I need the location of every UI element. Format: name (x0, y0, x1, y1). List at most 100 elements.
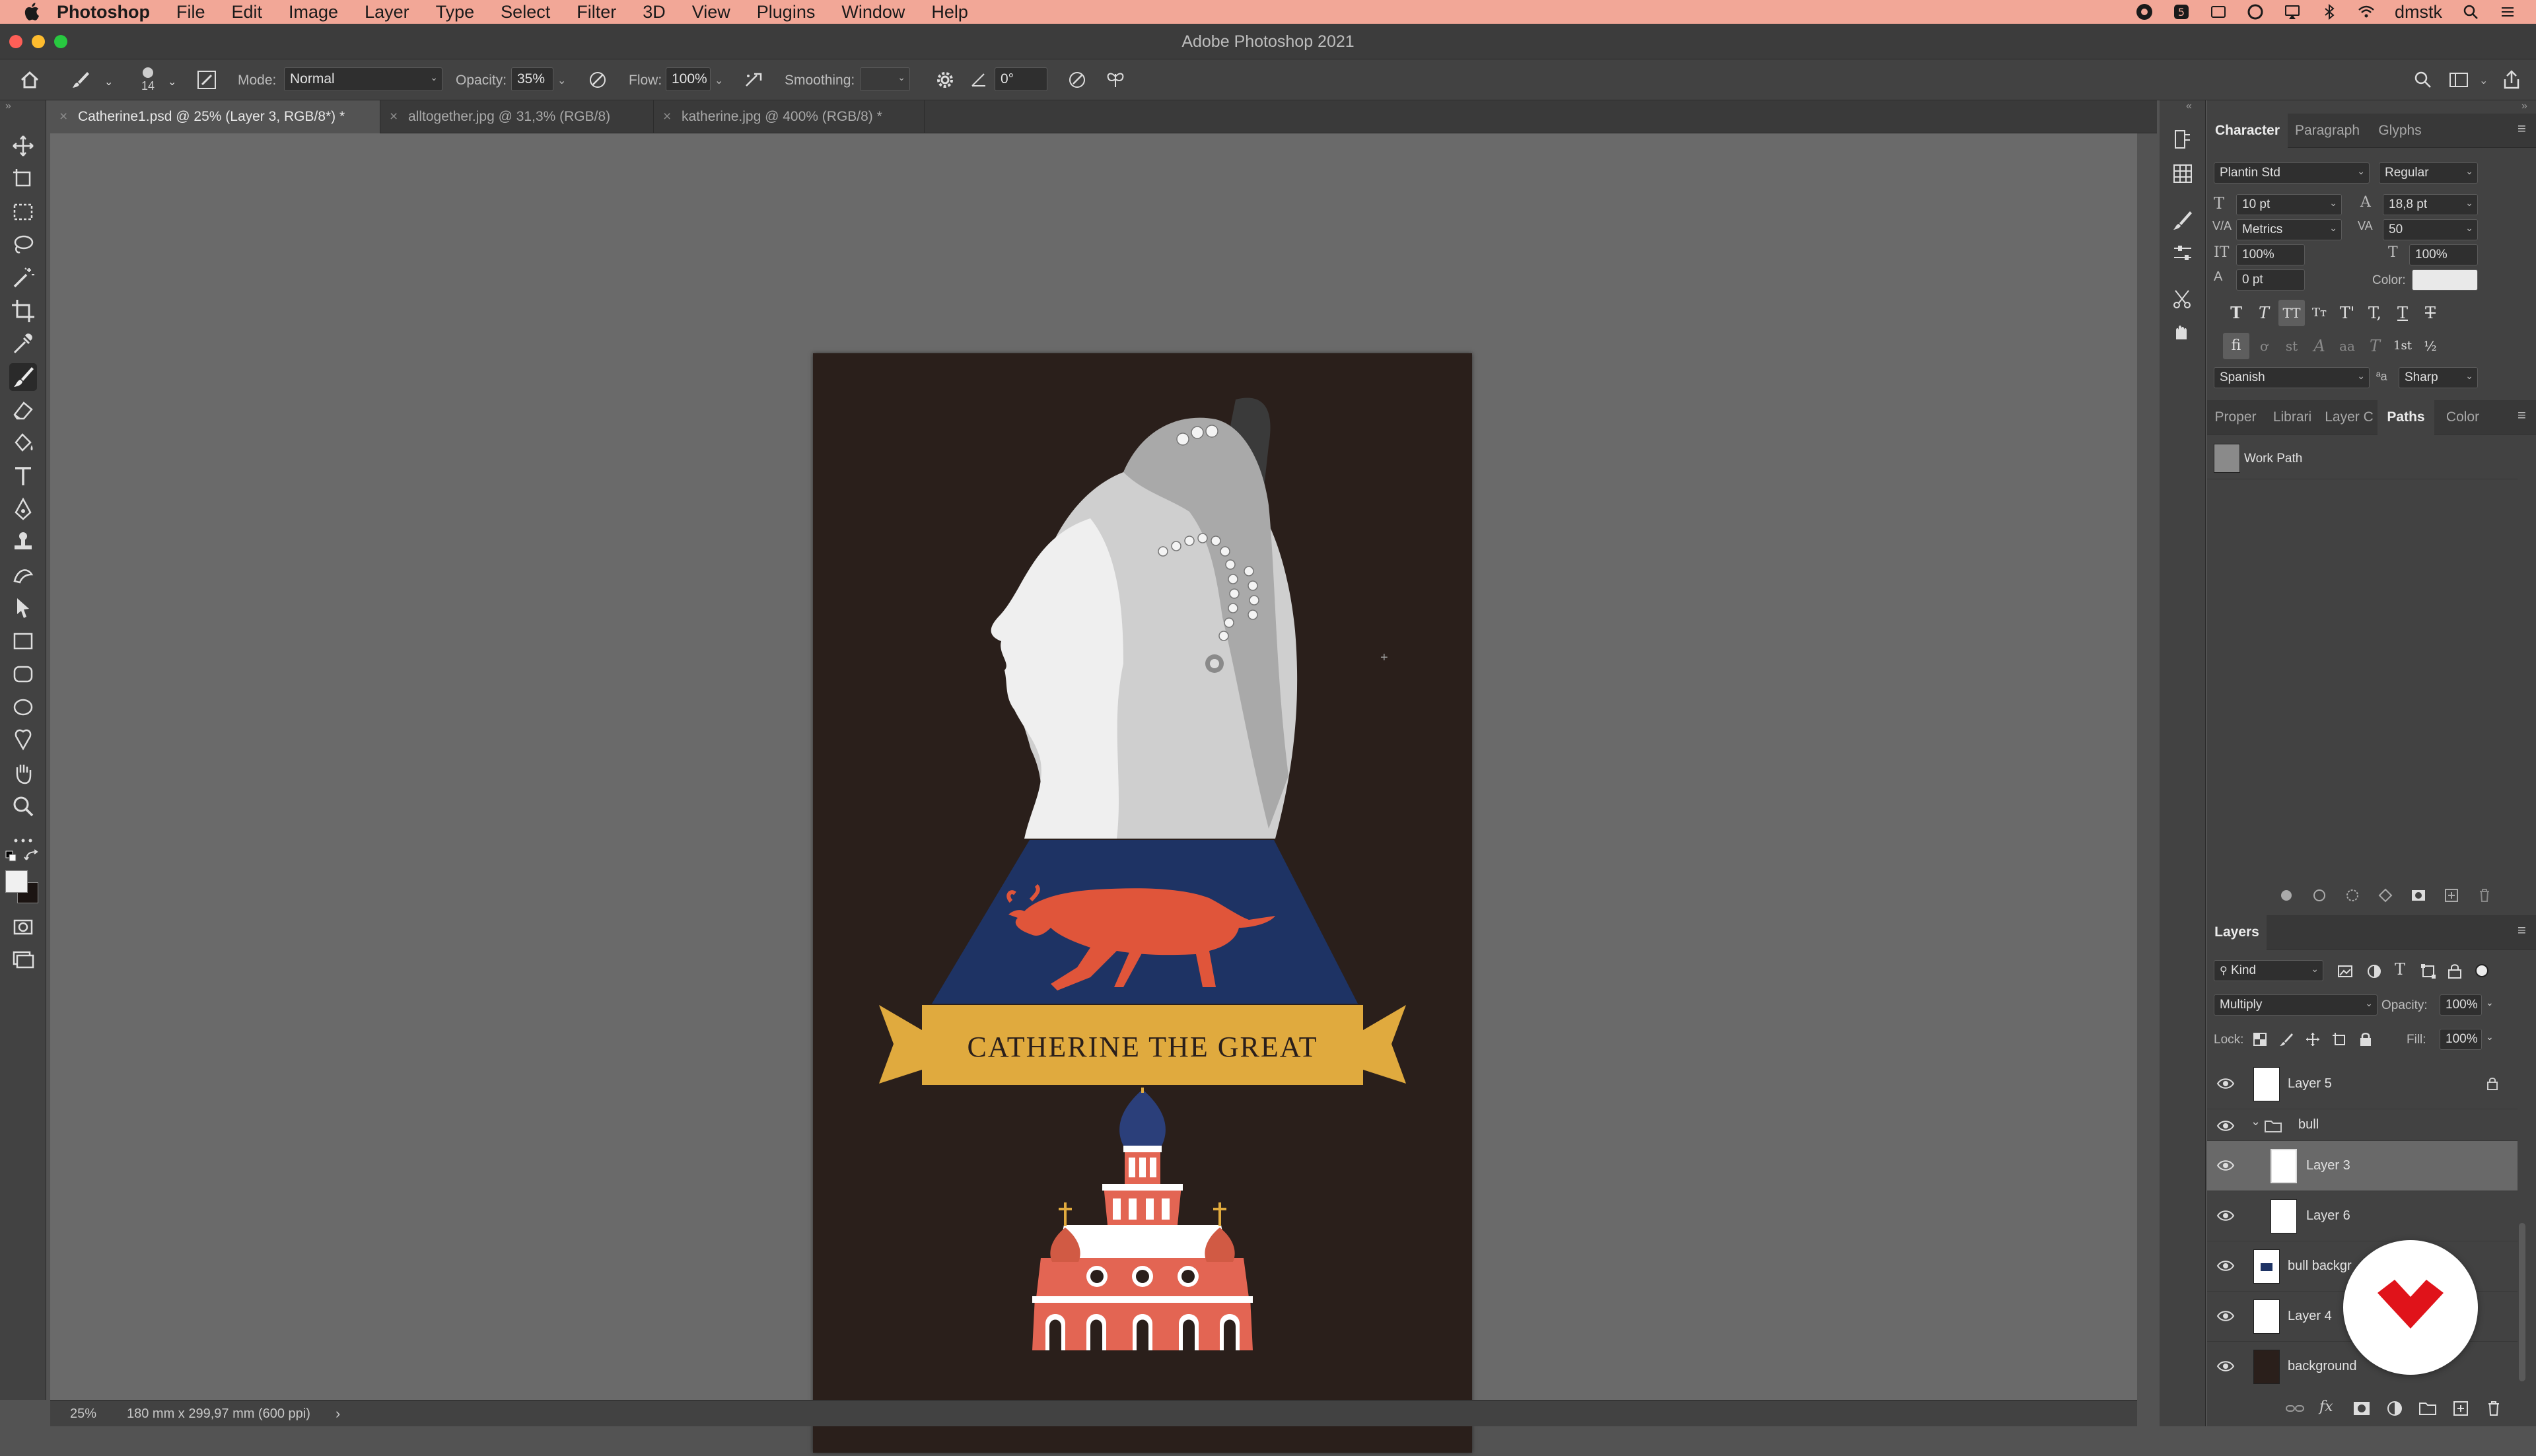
layer-name[interactable]: Layer 4 (2288, 1309, 2332, 1324)
visibility-eye-icon[interactable] (2216, 1359, 2235, 1373)
brush-angle-input[interactable]: 0° (995, 67, 1047, 91)
layer-name[interactable]: Layer 6 (2306, 1208, 2350, 1224)
visibility-eye-icon[interactable] (2216, 1119, 2235, 1133)
adjustments-sliders-icon[interactable] (2170, 240, 2195, 265)
close-window-button[interactable] (9, 35, 22, 48)
stroke-path-icon[interactable] (2311, 887, 2327, 903)
flow-slider-caret[interactable]: ⌄ (715, 74, 723, 87)
layers-scrollbar[interactable] (2519, 1223, 2525, 1381)
layer-style-fx-icon[interactable]: fx (2319, 1399, 2333, 1415)
subscript-button[interactable]: T, (2362, 300, 2388, 326)
zoom-level[interactable]: 25% (70, 1406, 96, 1422)
strikethrough-button[interactable]: T (2417, 300, 2444, 326)
leading-input[interactable]: 18,8 pt ⌄ (2383, 194, 2478, 215)
visibility-eye-icon[interactable] (2216, 1208, 2235, 1223)
spotlight-search-icon[interactable] (2462, 3, 2479, 20)
pressure-opacity-icon[interactable] (586, 69, 609, 91)
close-tab-icon[interactable]: × (59, 100, 67, 133)
underline-button[interactable]: T (2389, 300, 2416, 326)
stylistic-alternates-button[interactable]: aa (2334, 333, 2360, 359)
ordinals-button[interactable]: 1st (2389, 333, 2416, 359)
brush-size-caret[interactable]: ⌄ (168, 75, 176, 88)
ellipse-tool[interactable] (9, 693, 37, 721)
titling-alternates-button[interactable]: T (2362, 333, 2388, 359)
standard-ligatures-button[interactable]: fi (2223, 333, 2249, 359)
visibility-eye-icon[interactable] (2216, 1158, 2235, 1173)
move-tool[interactable] (9, 132, 37, 160)
group-expand-chevron-icon[interactable]: ⌄ (2251, 1115, 2261, 1128)
visibility-eye-icon[interactable] (2216, 1076, 2235, 1091)
tab-libraries[interactable]: Librari (2264, 400, 2321, 434)
lock-all-icon[interactable] (2358, 1031, 2374, 1047)
path-selection-tool[interactable] (9, 594, 37, 622)
all-caps-button[interactable]: TT (2278, 300, 2305, 326)
add-layer-mask-icon[interactable] (2352, 1400, 2371, 1417)
user-name[interactable]: dmstk (2395, 2, 2442, 22)
path-row-work-path[interactable]: Work Path (2207, 437, 2518, 479)
search-icon[interactable] (2412, 69, 2434, 91)
brush-tip-preview[interactable] (143, 67, 153, 78)
opacity-slider-caret[interactable]: ⌄ (557, 74, 566, 87)
menu-filter[interactable]: Filter (577, 2, 616, 22)
filter-adjustment-layers-icon[interactable] (2366, 963, 2383, 980)
menu-3d[interactable]: 3D (643, 2, 666, 22)
canvas-area[interactable]: CATHERINE THE GREAT + (50, 133, 2137, 1453)
layers-panel-menu-icon[interactable]: ≡ (2518, 922, 2526, 939)
menu-view[interactable]: View (692, 2, 730, 22)
faux-bold-button[interactable]: T (2223, 300, 2249, 326)
brush-settings-icon[interactable] (2170, 207, 2195, 232)
lock-position-icon[interactable] (2305, 1031, 2321, 1047)
apple-icon[interactable] (24, 2, 42, 22)
text-color-swatch[interactable] (2412, 269, 2478, 291)
quick-mask-button[interactable] (9, 913, 37, 940)
control-center-icon[interactable] (2499, 3, 2516, 20)
zoom-window-button[interactable] (54, 35, 67, 48)
creative-cloud-icon[interactable] (2136, 3, 2153, 20)
swatches-grid-icon[interactable] (2170, 161, 2195, 186)
clone-stamp-tool[interactable] (9, 528, 37, 556)
font-family-select[interactable]: Plantin Std ⌄ (2214, 162, 2370, 184)
airplay-icon[interactable] (2284, 3, 2301, 20)
swash-button[interactable]: A (2306, 333, 2333, 359)
magic-wand-tool[interactable] (9, 264, 37, 292)
language-select[interactable]: Spanish ⌄ (2214, 367, 2370, 388)
app-name-menu[interactable]: Photoshop (57, 2, 150, 22)
lasso-tool[interactable] (9, 231, 37, 259)
symmetry-butterfly-icon[interactable] (1104, 69, 1127, 91)
brush-tool[interactable] (9, 363, 37, 391)
menu-help[interactable]: Help (931, 2, 968, 22)
pen-tool[interactable] (9, 495, 37, 523)
new-adjustment-layer-icon[interactable] (2385, 1400, 2404, 1417)
visibility-eye-icon[interactable] (2216, 1309, 2235, 1323)
smoothing-options-gear-icon[interactable] (934, 69, 956, 91)
tab-paragraph[interactable]: Paragraph (2288, 114, 2367, 148)
history-panel-icon[interactable] (2170, 127, 2195, 152)
delete-layer-trash-icon[interactable] (2484, 1400, 2503, 1417)
link-layers-icon[interactable] (2285, 1400, 2305, 1417)
tab-color[interactable]: Color (2434, 400, 2491, 434)
tab-alltogether[interactable]: × alltogether.jpg @ 31,3% (RGB/8) (380, 100, 654, 133)
marquee-tool[interactable] (9, 198, 37, 226)
brush-picker-caret[interactable]: ⌄ (104, 75, 113, 88)
menu-file[interactable]: File (176, 2, 205, 22)
fractions-button[interactable]: ½ (2417, 333, 2444, 359)
tab-catherine1[interactable]: × Catherine1.psd @ 25% (Layer 3, RGB/8*)… (50, 100, 380, 133)
kerning-select[interactable]: Metrics ⌄ (2236, 219, 2342, 240)
layer-filter-kind-select[interactable]: ⚲ Kind ⌄ (2214, 960, 2323, 981)
mode-select[interactable]: Normal ⌄ (284, 67, 442, 91)
new-path-icon[interactable] (2444, 887, 2459, 903)
lock-transparent-pixels-icon[interactable] (2252, 1031, 2268, 1047)
lock-artboard-nesting-icon[interactable] (2331, 1031, 2347, 1047)
vertical-scale-input[interactable]: 100% (2236, 244, 2305, 265)
custom-shape-tool[interactable] (9, 726, 37, 754)
fill-input[interactable]: 100% (2440, 1029, 2482, 1050)
tab-properties[interactable]: Proper (2207, 400, 2264, 434)
paths-panel-menu-icon[interactable]: ≡ (2518, 407, 2526, 424)
filter-shape-layers-icon[interactable] (2420, 963, 2437, 980)
menu-plugins[interactable]: Plugins (757, 2, 816, 22)
fill-caret[interactable]: ⌄ (2486, 1031, 2494, 1043)
creative-cloud-alt-icon[interactable] (2247, 3, 2264, 20)
layer-row-layer-6[interactable]: Layer 6 (2207, 1191, 2518, 1241)
clone-source-scissors-icon[interactable] (2170, 287, 2195, 312)
smoothing-input[interactable]: ⌄ (860, 67, 910, 91)
